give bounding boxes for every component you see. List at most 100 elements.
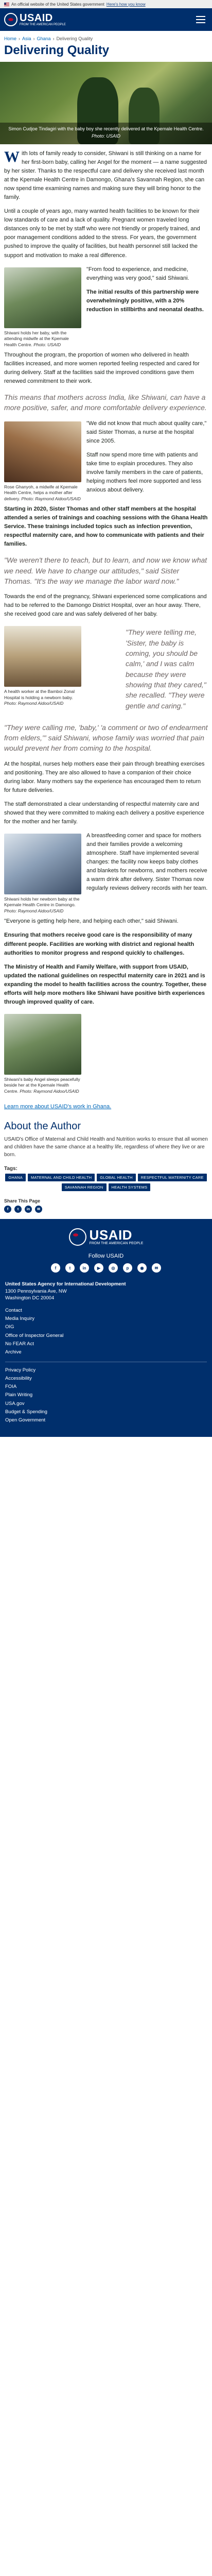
article-paragraph: Starting in 2020, Sister Thomas and othe… bbox=[4, 506, 208, 548]
footer-link[interactable]: Media Inquiry bbox=[5, 1315, 207, 1323]
article-photo: Shiwani holds her newborn baby at the Kp… bbox=[4, 834, 81, 914]
footer-logo-word: USAID bbox=[89, 1227, 132, 1243]
footer-link[interactable]: Office of Inspector General bbox=[5, 1332, 207, 1340]
article-body: With lots of family ready to consider, S… bbox=[0, 149, 212, 1111]
footer-logo-tag: FROM THE AMERICAN PEOPLE bbox=[89, 1242, 144, 1246]
flickr-icon[interactable]: ◉ bbox=[137, 1263, 147, 1273]
share-label: Share This Page bbox=[4, 1198, 41, 1204]
article-paragraph: Until a couple of years ago, many wanted… bbox=[4, 208, 200, 259]
photo-caption: Rose Ghanyoh, a midwife at Kpemale Healt… bbox=[4, 484, 81, 501]
linkedin-share-icon[interactable]: in bbox=[25, 1206, 32, 1213]
tags-label: Tags: bbox=[4, 1166, 17, 1172]
photo-image bbox=[4, 267, 81, 328]
tag-link[interactable]: Ghana bbox=[5, 1174, 26, 1182]
article-paragraph: Throughout the program, the proportion o… bbox=[4, 351, 200, 385]
usaid-logo[interactable]: USAID FROM THE AMERICAN PEOPLE bbox=[4, 13, 66, 27]
article-photo: Rose Ghanyoh, a midwife at Kpemale Healt… bbox=[4, 421, 81, 502]
tag-link[interactable]: Savannah Region bbox=[61, 1183, 107, 1192]
pull-quote: "We weren't there to teach, but to learn… bbox=[4, 556, 207, 585]
footer-links-primary: Contact Media Inquiry OIG Office of Insp… bbox=[5, 1307, 207, 1357]
photo-caption: Shiwani holds her baby, with the attendi… bbox=[4, 330, 69, 347]
footer-link[interactable]: Plain Writing bbox=[5, 1391, 207, 1399]
photo-image bbox=[4, 626, 81, 687]
footer-logo[interactable]: USAID FROM THE AMERICAN PEOPLE bbox=[5, 1228, 207, 1246]
footer-link[interactable]: No FEAR Act bbox=[5, 1340, 207, 1348]
facebook-icon[interactable]: f bbox=[51, 1263, 60, 1273]
article-paragraph: The staff demonstrated a clear understan… bbox=[4, 801, 204, 825]
footer-link[interactable]: Privacy Policy bbox=[5, 1366, 207, 1375]
footer-links-secondary: Privacy Policy Accessibility FOIA Plain … bbox=[5, 1366, 207, 1425]
footer-address: United States Agency for International D… bbox=[5, 1281, 126, 1301]
gov-banner-text: An official website of the United States… bbox=[11, 2, 104, 7]
article-photo: A health worker at the Bamboi Zonal Hosp… bbox=[4, 626, 81, 706]
footer-link[interactable]: OIG bbox=[5, 1323, 207, 1331]
menu-button[interactable] bbox=[193, 12, 208, 27]
hamburger-icon bbox=[196, 16, 205, 17]
footer-link[interactable]: USA.gov bbox=[5, 1400, 207, 1408]
footer-link[interactable]: Accessibility bbox=[5, 1375, 207, 1383]
tag-link[interactable]: Global Health bbox=[97, 1174, 136, 1182]
tag-link[interactable]: Respectful Maternity Care bbox=[137, 1174, 207, 1182]
logo-word: USAID bbox=[20, 12, 53, 24]
linkedin-icon[interactable]: in bbox=[80, 1263, 89, 1273]
usaid-seal-icon bbox=[68, 1228, 86, 1246]
article-paragraph: Ensuring that mothers receive good care … bbox=[4, 932, 195, 956]
gov-banner-link[interactable]: Here's how you know bbox=[107, 2, 146, 7]
breadcrumb-home[interactable]: Home bbox=[4, 36, 16, 41]
email-share-icon[interactable]: ✉ bbox=[35, 1206, 42, 1213]
article-photo: Shiwani holds her baby, with the attendi… bbox=[4, 267, 81, 348]
footer-link[interactable]: Open Government bbox=[5, 1416, 207, 1425]
drop-cap: W bbox=[4, 148, 20, 165]
pull-quote: "They were calling me, 'baby,' 'a commen… bbox=[4, 723, 208, 753]
usaid-seal-icon bbox=[4, 13, 17, 26]
pull-quote: This means that mothers across India, li… bbox=[4, 393, 207, 412]
tag-link[interactable]: Health Systems bbox=[108, 1183, 151, 1192]
article-photo: Shiwani's baby Angel sleeps peacefully b… bbox=[4, 1013, 81, 1094]
article-paragraph: "Everyone is getting help here, and help… bbox=[4, 918, 179, 925]
photo-caption: Shiwani holds her newborn baby at the Kp… bbox=[4, 896, 80, 913]
breadcrumb-asia[interactable]: Asia bbox=[22, 36, 31, 41]
social-icons: f t in ▶ ◎ p ◉ ✉ bbox=[5, 1263, 207, 1273]
article-paragraph: The Ministry of Health and Family Welfar… bbox=[4, 963, 207, 1005]
site-header: USAID FROM THE AMERICAN PEOPLE bbox=[0, 8, 212, 31]
page-title: Delivering Quality bbox=[4, 43, 110, 57]
twitter-icon[interactable]: t bbox=[65, 1263, 75, 1273]
photo-image bbox=[4, 421, 81, 482]
photo-caption: A health worker at the Bamboi Zonal Hosp… bbox=[4, 689, 75, 706]
author-bio: USAID's Office of Maternal and Child Hea… bbox=[4, 1137, 208, 1158]
hero-caption: Simon Cudjoe Tindagiri with the baby boy… bbox=[0, 122, 212, 144]
article-paragraph: With lots of family ready to consider, S… bbox=[4, 148, 207, 201]
gov-banner: An official website of the United States… bbox=[0, 0, 212, 8]
facebook-share-icon[interactable]: f bbox=[4, 1206, 11, 1213]
tag-link[interactable]: Maternal and Child Health bbox=[28, 1174, 95, 1182]
share-icons: f t in ✉ bbox=[4, 1206, 208, 1213]
email-icon[interactable]: ✉ bbox=[152, 1263, 161, 1273]
site-footer: USAID FROM THE AMERICAN PEOPLE Follow US… bbox=[0, 1219, 212, 1437]
us-flag-icon bbox=[4, 2, 9, 6]
instagram-icon[interactable]: ◎ bbox=[109, 1263, 118, 1273]
article-paragraph: Learn more about USAID's work in Ghana. bbox=[4, 1103, 208, 1111]
about-author-heading: About the Author bbox=[4, 1121, 81, 1132]
photo-image bbox=[4, 834, 81, 895]
footer-link[interactable]: FOIA bbox=[5, 1383, 207, 1391]
tag-list: Ghana Maternal and Child Health Global H… bbox=[0, 1174, 212, 1196]
twitter-share-icon[interactable]: t bbox=[14, 1206, 22, 1213]
photo-caption: Shiwani's baby Angel sleeps peacefully b… bbox=[4, 1076, 80, 1094]
pinterest-icon[interactable]: p bbox=[123, 1263, 132, 1273]
pull-quote: "They were telling me, 'Sister, the baby… bbox=[126, 628, 206, 710]
breadcrumb: Home › Asia › Ghana › Delivering Quality bbox=[4, 36, 93, 41]
footer-link[interactable]: Budget & Spending bbox=[5, 1408, 207, 1416]
footer-link[interactable]: Archive bbox=[5, 1348, 207, 1357]
hero-image: Simon Cudjoe Tindagiri with the baby boy… bbox=[0, 62, 212, 144]
breadcrumb-ghana[interactable]: Ghana bbox=[37, 36, 51, 41]
article-paragraph: Towards the end of the pregnancy, Shiwan… bbox=[4, 594, 207, 618]
logo-tag: FROM THE AMERICAN PEOPLE bbox=[20, 23, 66, 26]
breadcrumb-current: Delivering Quality bbox=[56, 36, 93, 41]
photo-image bbox=[4, 1013, 81, 1075]
share-section: Share This Page f t in ✉ bbox=[0, 1196, 212, 1219]
footer-link[interactable]: Contact bbox=[5, 1307, 207, 1315]
follow-label: Follow USAID bbox=[88, 1253, 124, 1260]
youtube-icon[interactable]: ▶ bbox=[94, 1263, 103, 1273]
article-paragraph: At the hospital, nurses help mothers eas… bbox=[4, 760, 205, 793]
learn-more-link[interactable]: Learn more about USAID's work in Ghana. bbox=[4, 1104, 111, 1110]
